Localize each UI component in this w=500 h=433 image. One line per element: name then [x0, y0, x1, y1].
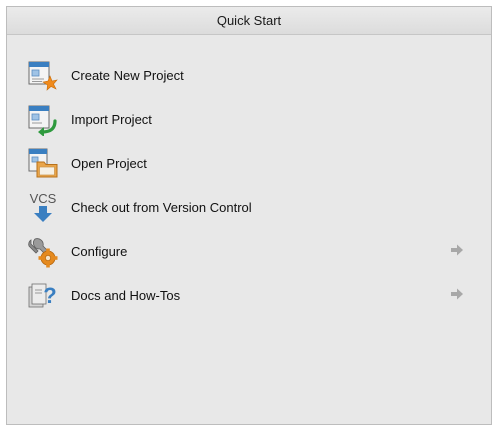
item-label: Configure [71, 243, 128, 259]
vcs-checkout-item[interactable]: VCS Check out from Version Control [7, 185, 491, 229]
wrench-gear-icon [26, 234, 60, 268]
open-project-item[interactable]: Open Project [7, 141, 491, 185]
item-label: Open Project [71, 155, 147, 171]
import-project-icon [26, 102, 60, 136]
item-label: Create New Project [71, 67, 184, 83]
panel-title: Quick Start [216, 13, 282, 28]
docs-help-icon: ? [26, 278, 60, 312]
docs-item[interactable]: ? Docs and How-Tos [7, 273, 491, 317]
open-project-icon [26, 146, 60, 180]
quick-start-list: Create New Project Import Project Open P… [7, 35, 491, 317]
quick-start-panel: Quick Start Create New Project Import Pr… [6, 6, 492, 425]
import-project-item[interactable]: Import Project [7, 97, 491, 141]
item-label: Check out from Version Control [71, 199, 252, 215]
item-label: Import Project [71, 111, 152, 127]
chevron-right-icon [450, 287, 464, 301]
chevron-right-icon [450, 243, 464, 257]
vcs-icon-text: VCS [30, 191, 57, 206]
svg-text:?: ? [43, 283, 56, 308]
create-new-project-item[interactable]: Create New Project [7, 53, 491, 97]
create-project-icon [26, 58, 60, 92]
vcs-checkout-icon: VCS [26, 190, 60, 224]
item-label: Docs and How-Tos [71, 287, 181, 303]
configure-item[interactable]: Configure [7, 229, 491, 273]
panel-header: Quick Start [7, 7, 491, 35]
